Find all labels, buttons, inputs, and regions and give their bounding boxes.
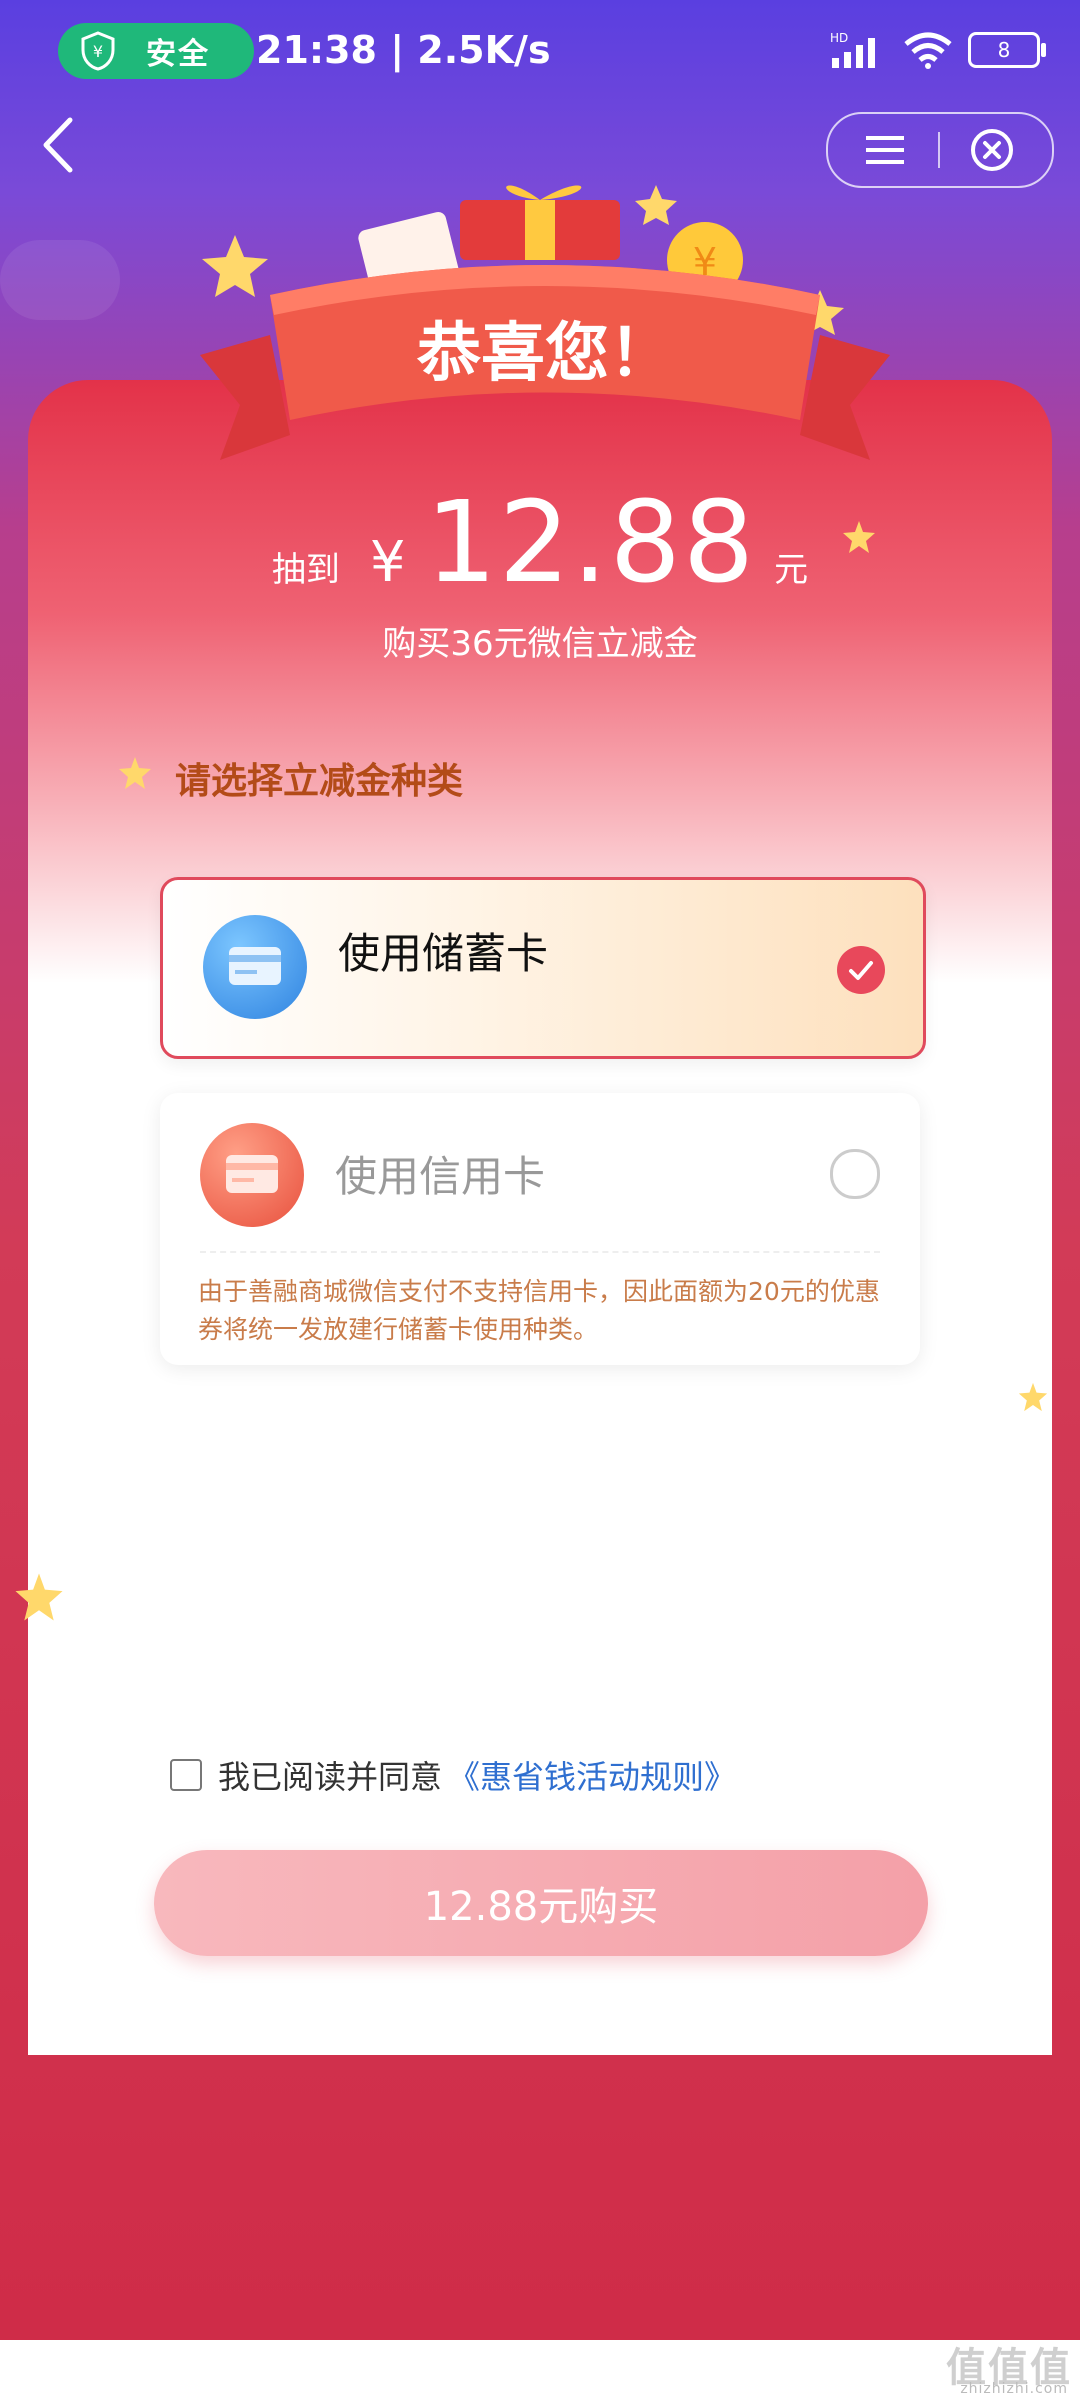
star-icon	[635, 185, 677, 225]
option-label: 使用储蓄卡	[338, 929, 549, 978]
rules-link[interactable]: 《惠省钱活动规则》	[448, 1752, 736, 1798]
option-debit-card[interactable]: 使用储蓄卡	[160, 877, 926, 1059]
agreement-text: 我已阅读并同意	[218, 1758, 443, 1796]
svg-text:HD: HD	[830, 31, 848, 45]
prize-subtitle: 购买36元微信立减金	[382, 624, 698, 664]
prize-label: 抽到	[271, 550, 340, 590]
capsule-divider	[938, 132, 940, 168]
banner-title: 恭喜您！	[416, 317, 673, 391]
shield-icon: ¥	[81, 31, 115, 71]
battery-level: 8	[997, 38, 1011, 62]
section-title: 请选择立减金种类	[175, 761, 464, 802]
currency-symbol: ¥	[369, 530, 406, 595]
security-badge[interactable]: ¥ 安全	[58, 23, 254, 79]
credit-card-icon	[200, 1123, 304, 1227]
option-label: 使用信用卡	[335, 1152, 546, 1201]
prize-amount-block: 抽到 ¥ 12.88 元 购买36元微信立减金	[0, 478, 1080, 665]
star-icon	[202, 235, 268, 297]
security-label: 安全	[146, 37, 210, 72]
bottom-strip	[0, 2340, 1080, 2400]
star-icon	[843, 521, 875, 553]
checkmark-icon	[837, 946, 885, 994]
debit-card-icon	[203, 915, 307, 1019]
buy-button[interactable]: 12.88元购买	[154, 1850, 928, 1956]
congratulations-banner: ¥ 恭喜您！	[200, 185, 890, 460]
radio-unselected-icon[interactable]	[830, 1149, 880, 1199]
prize-unit: 元	[774, 550, 809, 590]
cellular-signal-icon: HD	[830, 31, 875, 68]
watermark: 值值值 zhizhizhi.com	[946, 2335, 1072, 2397]
agreement-checkbox[interactable]	[170, 1759, 202, 1791]
close-icon[interactable]	[968, 126, 1016, 174]
prize-amount: 12.88	[425, 478, 757, 608]
battery-indicator: 8	[968, 32, 1046, 68]
back-arrow-icon[interactable]	[38, 110, 78, 180]
time-and-speed: 21:38 | 2.5K/s	[256, 28, 551, 72]
svg-text:¥: ¥	[93, 42, 103, 61]
watermark-sub: zhizhizhi.com	[960, 2381, 1068, 2397]
credit-card-note: 由于善融商城微信支付不支持信用卡，因此面额为20元的优惠券将统一发放建行储蓄卡使…	[198, 1277, 880, 1344]
divider	[200, 1251, 880, 1253]
wifi-icon	[904, 32, 952, 69]
decorative-cloud	[0, 240, 120, 320]
system-indicators: HD 8	[830, 30, 1046, 70]
star-icon	[1018, 1382, 1048, 1412]
status-bar: ¥ 安全 21:38 | 2.5K/s HD 8	[0, 0, 1080, 100]
agreement-row: 我已阅读并同意 《惠省钱活动规则》	[170, 1752, 736, 1798]
menu-icon[interactable]	[860, 125, 910, 175]
star-icon	[119, 757, 151, 789]
option-credit-card[interactable]: 使用信用卡 由于善融商城微信支付不支持信用卡，因此面额为20元的优惠券将统一发放…	[160, 1093, 920, 1365]
star-icon	[15, 1573, 63, 1621]
